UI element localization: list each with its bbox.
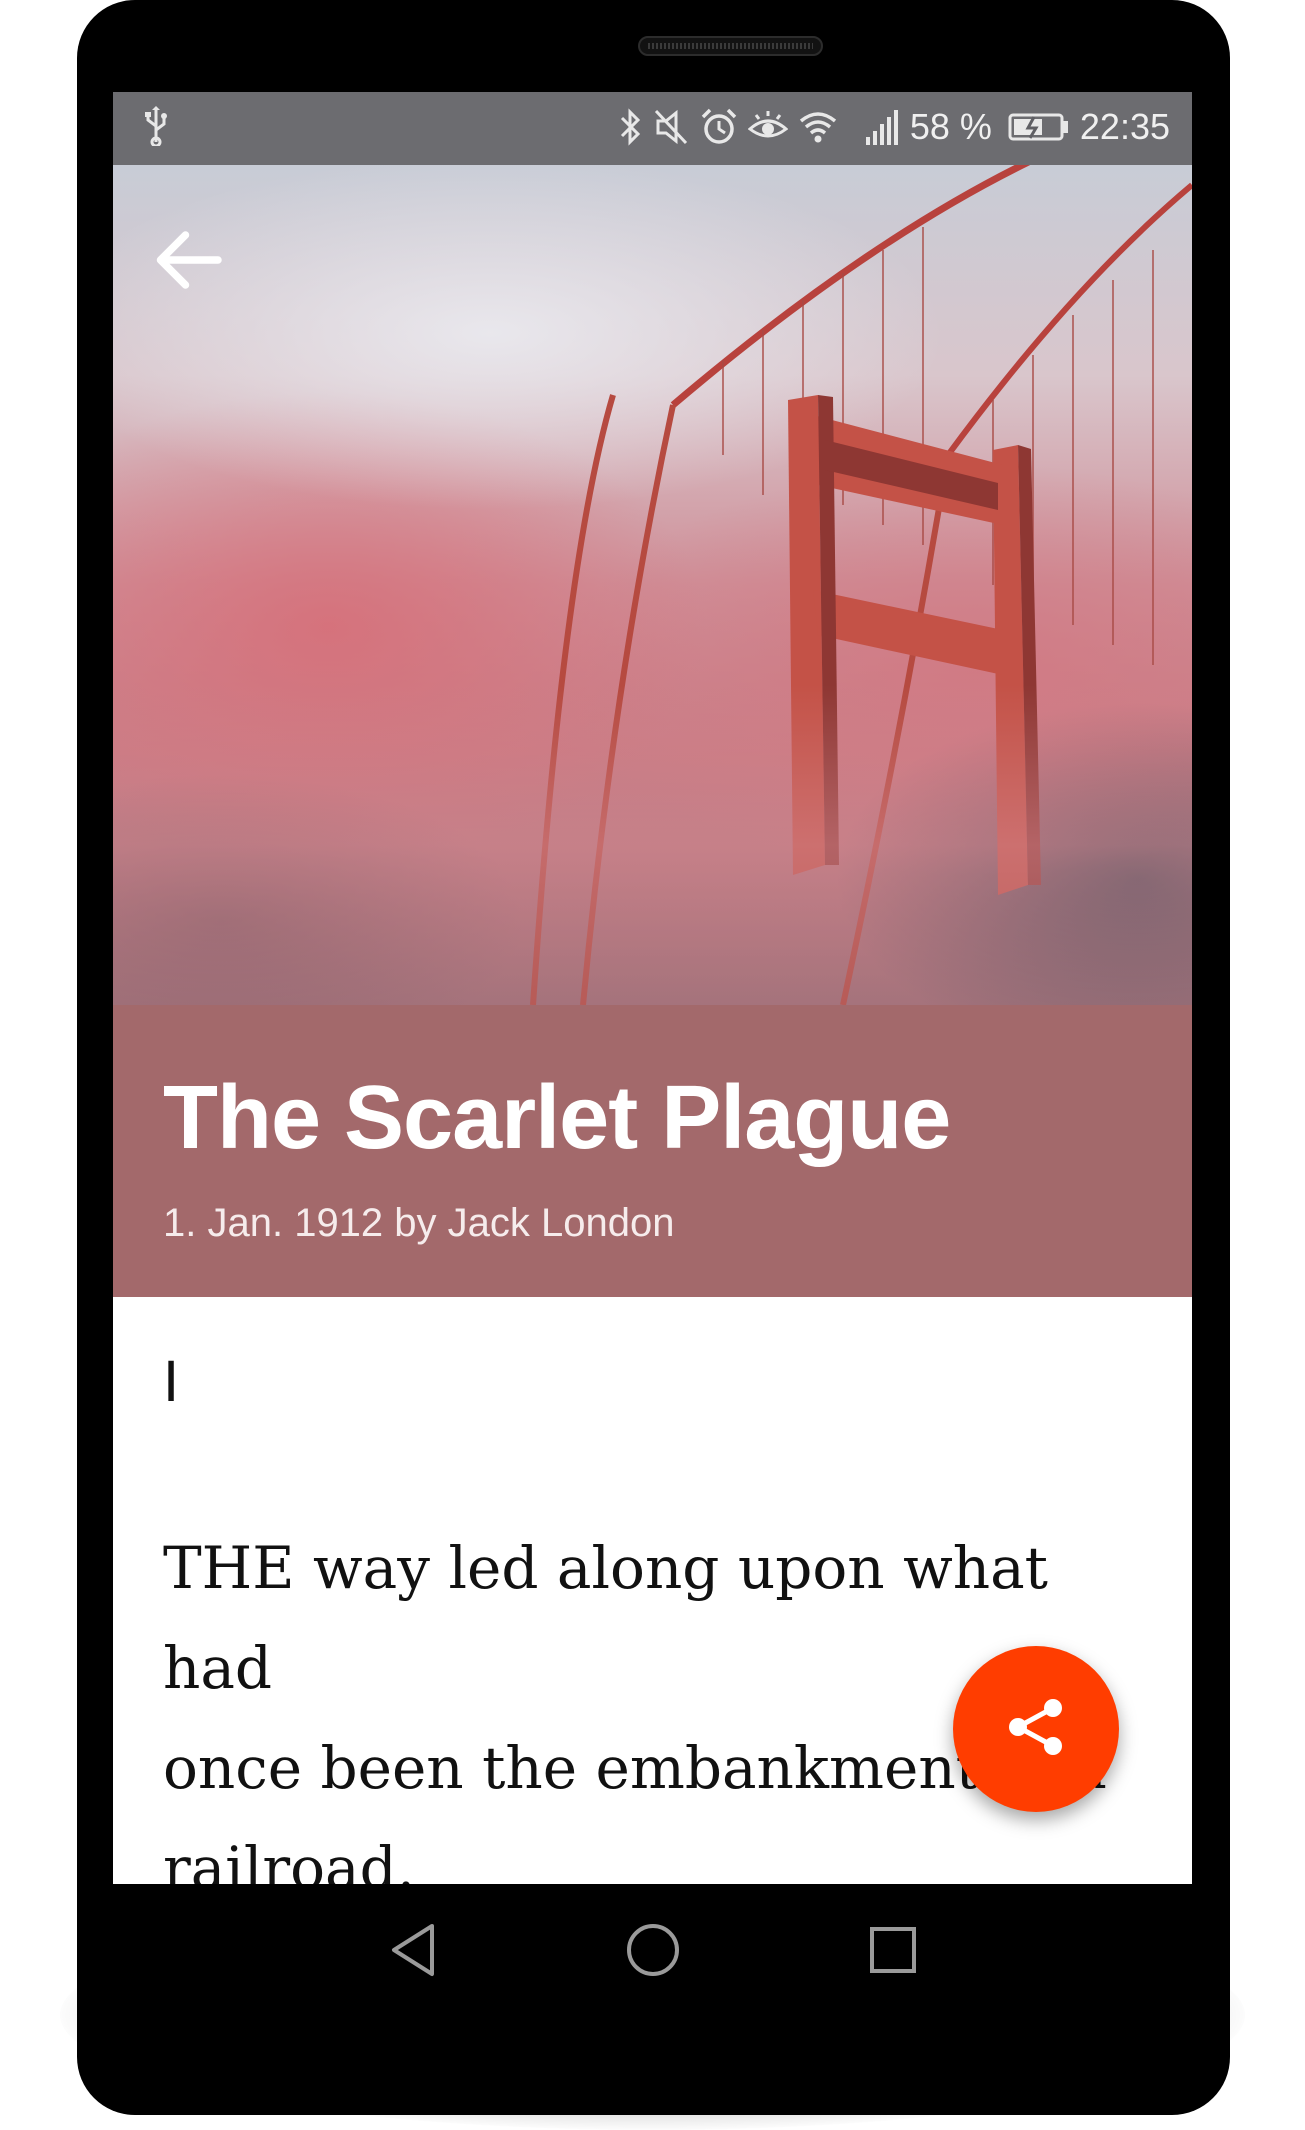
eye-comfort-icon [747, 107, 788, 147]
clock: 22:35 [1079, 106, 1170, 147]
battery-charging-icon [1008, 107, 1070, 147]
usb-icon [143, 106, 169, 151]
hero-image [113, 165, 1192, 1005]
alarm-icon [700, 107, 738, 147]
back-button[interactable] [153, 225, 223, 295]
square-recents-icon [868, 1925, 918, 1980]
wifi-icon [798, 107, 838, 147]
nav-home-button[interactable] [608, 1907, 698, 1997]
circle-home-icon [625, 1922, 681, 1983]
nav-back-button[interactable] [368, 1907, 458, 1997]
app-screen: 58 % 22:35 The Scarlet Plague 1. Jan. 19… [113, 92, 1192, 1884]
status-bar: 58 % 22:35 [113, 92, 1192, 165]
share-button[interactable] [953, 1646, 1119, 1812]
earpiece-speaker [638, 36, 823, 56]
signal-icon [864, 107, 900, 147]
bluetooth-icon [618, 107, 644, 147]
share-icon [1003, 1694, 1069, 1765]
book-title: The Scarlet Plague [163, 1068, 951, 1168]
title-band: The Scarlet Plague 1. Jan. 1912 by Jack … [113, 1005, 1192, 1297]
chapter-number: I [163, 1349, 180, 1414]
system-nav-bar [113, 1884, 1192, 2020]
nav-recents-button[interactable] [848, 1907, 938, 1997]
triangle-back-icon [388, 1922, 438, 1983]
mute-icon [654, 107, 690, 147]
book-subtitle: 1. Jan. 1912 by Jack London [163, 1201, 675, 1245]
battery-percent: 58 % [909, 106, 992, 147]
